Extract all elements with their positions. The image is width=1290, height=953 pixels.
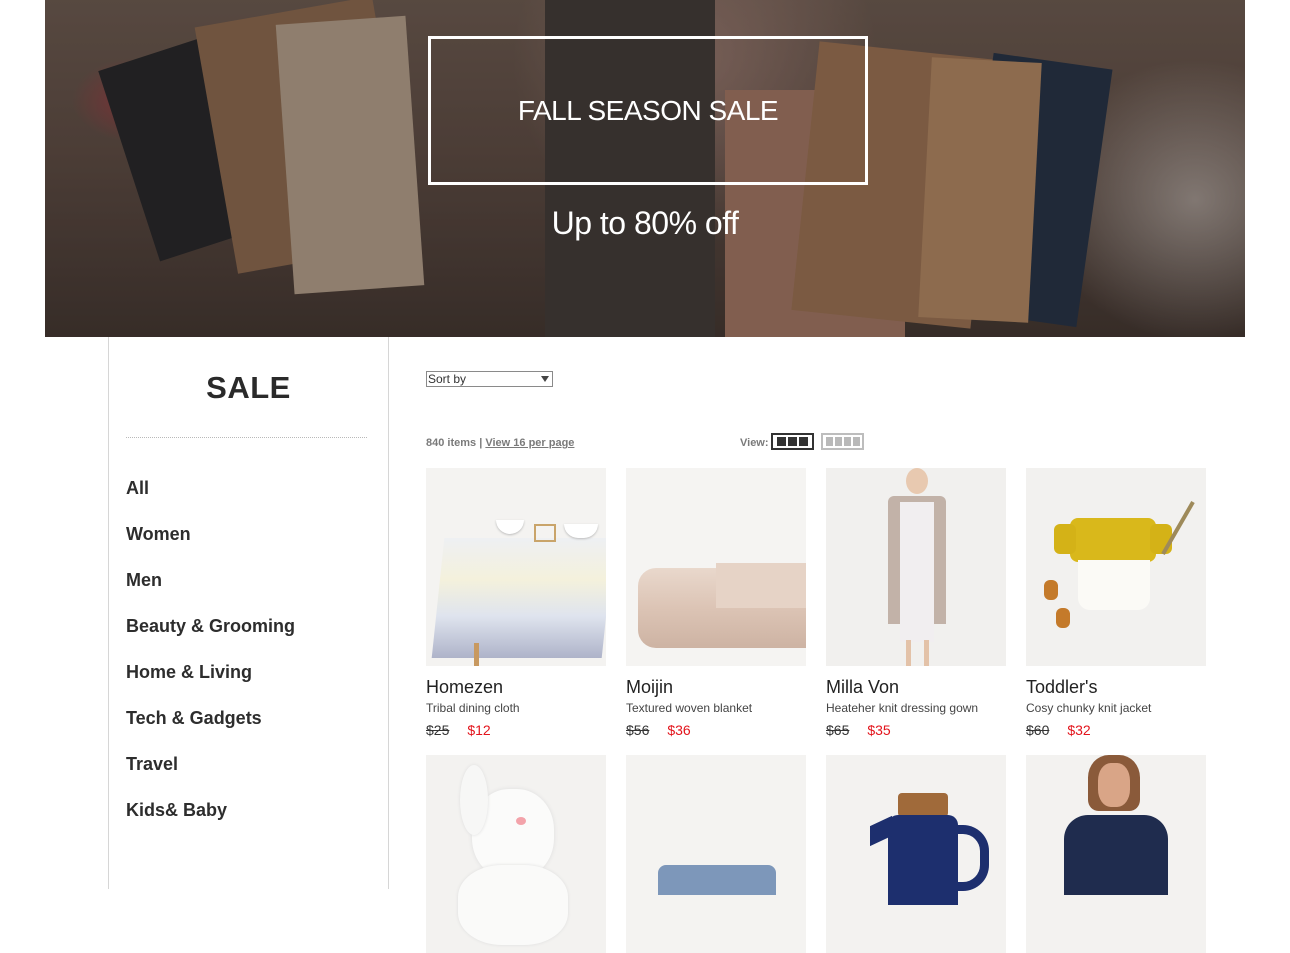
product-image[interactable] (826, 755, 1006, 953)
bowl-shape (564, 524, 598, 538)
product-card[interactable] (826, 755, 1006, 953)
items-info: 840 items | View 16 per page (426, 437, 574, 449)
product-description: Textured woven blanket (626, 701, 753, 715)
original-price: $60 (1026, 722, 1050, 738)
product-card[interactable] (426, 755, 606, 953)
product-prices: $56 $36 (626, 722, 806, 738)
sale-price: $32 (1067, 722, 1091, 738)
grid-block-icon (788, 437, 797, 446)
category-item-home-living[interactable]: Home & Living (126, 661, 295, 707)
product-image[interactable] (426, 755, 606, 953)
grid-3-view-button[interactable] (771, 433, 814, 450)
skirt-shape (1078, 560, 1150, 610)
product-brand[interactable]: Milla Von (826, 677, 1006, 698)
hero-banner: FALL SEASON SALE Up to 80% off (45, 0, 1245, 337)
product-description: Tribal dining cloth (426, 701, 520, 715)
chevron-down-icon (541, 376, 549, 382)
category-list: All Women Men Beauty & Grooming Home & L… (126, 477, 295, 845)
sale-price: $12 (467, 722, 491, 738)
product-image[interactable] (1026, 755, 1206, 953)
grid-block-icon (799, 437, 808, 446)
product-card[interactable]: Toddler's Cosy chunky knit jacket $60 $32 (1026, 468, 1206, 738)
jacket-sleeve-shape (1054, 524, 1076, 554)
grid-block-icon (834, 437, 842, 446)
sidebar-heading: SALE (206, 370, 291, 405)
model-head-shape (906, 468, 928, 494)
original-price: $56 (626, 722, 650, 738)
grid-block-icon (777, 437, 786, 446)
category-item-travel[interactable]: Travel (126, 753, 295, 799)
product-brand[interactable]: Toddler's (1026, 677, 1206, 698)
sale-price: $36 (667, 722, 691, 738)
sidebar-divider (126, 437, 367, 438)
tablecloth-shape (431, 538, 606, 658)
towel-shape (658, 865, 776, 895)
shoe-shape (1056, 608, 1070, 628)
product-card[interactable]: Moijin Textured woven blanket $56 $36 (626, 468, 806, 738)
category-sidebar: SALE All Women Men Beauty & Grooming Hom… (108, 337, 389, 889)
product-brand[interactable]: Moijin (626, 677, 806, 698)
shirt-shape (1064, 815, 1168, 895)
leg-shape (924, 640, 929, 666)
product-brand[interactable]: Homezen (426, 677, 606, 698)
product-card[interactable]: Milla Von Heateher knit dressing gown $6… (826, 468, 1006, 738)
stand-shape (534, 524, 556, 542)
blanket-fold-shape (716, 563, 806, 608)
model-face-shape (1098, 763, 1130, 807)
product-image[interactable] (1026, 468, 1206, 666)
hero-title: FALL SEASON SALE (517, 94, 779, 126)
sale-price: $35 (867, 722, 891, 738)
jacket-shape (1070, 518, 1156, 562)
product-image[interactable] (426, 468, 606, 666)
dress-shape (900, 502, 934, 642)
items-count: 840 items (426, 437, 477, 449)
view-label: View: (740, 437, 769, 449)
original-price: $65 (826, 722, 850, 738)
hero-title-box[interactable]: FALL SEASON SALE (428, 36, 868, 185)
grid-block-icon (843, 437, 851, 446)
original-price: $25 (426, 722, 450, 738)
leg-shape (906, 640, 911, 666)
grid-4-view-button[interactable] (821, 433, 864, 450)
product-image[interactable] (626, 468, 806, 666)
items-separator: | (476, 437, 486, 449)
category-item-all[interactable]: All (126, 477, 295, 523)
shoe-shape (1044, 580, 1058, 600)
product-card[interactable] (626, 755, 806, 953)
view-per-page-link[interactable]: View 16 per page (485, 437, 574, 449)
bowl-shape (496, 520, 524, 534)
table-leg-shape (474, 643, 479, 666)
grid-block-icon (852, 437, 860, 446)
product-image[interactable] (826, 468, 1006, 666)
category-item-women[interactable]: Women (126, 523, 295, 569)
product-card[interactable] (1026, 755, 1206, 953)
sort-by-select[interactable]: Sort by (426, 371, 553, 387)
category-item-kids-baby[interactable]: Kids& Baby (126, 799, 295, 845)
category-item-beauty-grooming[interactable]: Beauty & Grooming (126, 615, 295, 661)
bunny-ear-shape (460, 765, 488, 835)
product-prices: $60 $32 (1026, 722, 1206, 738)
product-card[interactable]: Homezen Tribal dining cloth $25 $12 (426, 468, 606, 738)
bunny-nose-shape (516, 817, 526, 825)
grid-block-icon (825, 437, 833, 446)
bunny-body-shape (458, 865, 568, 945)
product-prices: $25 $12 (426, 722, 606, 738)
category-item-tech-gadgets[interactable]: Tech & Gadgets (126, 707, 295, 753)
hero-subtitle: Up to 80% off (551, 205, 739, 241)
sort-by-label: Sort by (428, 372, 467, 386)
product-description: Cosy chunky knit jacket (1026, 701, 1152, 715)
jug-lid-shape (898, 793, 948, 817)
category-item-men[interactable]: Men (126, 569, 295, 615)
jug-handle-shape (944, 825, 989, 891)
product-image[interactable] (626, 755, 806, 953)
product-description: Heateher knit dressing gown (826, 701, 979, 715)
product-prices: $65 $35 (826, 722, 1006, 738)
